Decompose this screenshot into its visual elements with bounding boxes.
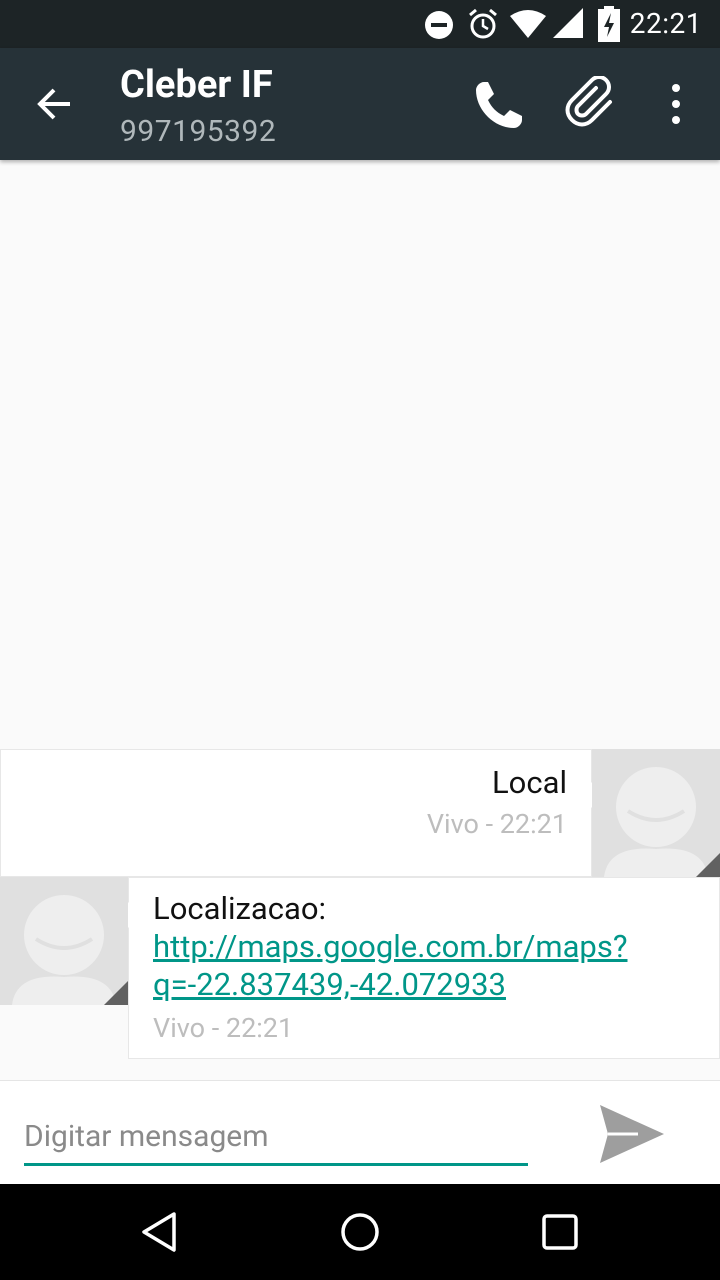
back-icon[interactable] bbox=[136, 1208, 184, 1256]
avatar[interactable] bbox=[0, 877, 128, 1005]
contact-name: Cleber IF bbox=[120, 63, 273, 107]
message-input[interactable]: Digitar mensagem bbox=[24, 1115, 528, 1166]
status-time: 22:21 bbox=[629, 7, 702, 40]
signal-icon bbox=[553, 8, 583, 38]
contact-number: 997195392 bbox=[120, 114, 277, 149]
status-bar: 22:21 bbox=[0, 0, 720, 48]
message-prefix: Localizacao: bbox=[153, 890, 327, 927]
home-icon[interactable] bbox=[336, 1208, 384, 1256]
person-icon bbox=[592, 749, 720, 877]
back-arrow-icon[interactable] bbox=[30, 82, 82, 126]
outgoing-message-bubble[interactable]: Local Vivo - 22:21 bbox=[0, 749, 592, 877]
app-bar: Cleber IF 997195392 bbox=[0, 48, 720, 160]
message-composer: Digitar mensagem bbox=[0, 1080, 720, 1184]
alarm-icon bbox=[469, 8, 497, 39]
message-text: Local bbox=[491, 764, 567, 801]
person-icon bbox=[0, 877, 128, 1005]
more-icon[interactable] bbox=[648, 76, 704, 132]
send-icon[interactable] bbox=[598, 1103, 666, 1165]
battery-charging-icon bbox=[598, 6, 620, 42]
attach-icon[interactable] bbox=[564, 76, 620, 132]
message-text: Localizacao: http://maps.google.com.br/m… bbox=[153, 890, 673, 1004]
message-meta: Vivo - 22:21 bbox=[426, 808, 567, 840]
message-meta: Vivo - 22:21 bbox=[153, 1012, 294, 1044]
do-not-disturb-icon bbox=[425, 11, 453, 39]
maps-link[interactable]: http://maps.google.com.br/maps?q=-22.837… bbox=[153, 928, 628, 1003]
call-icon[interactable] bbox=[468, 76, 524, 132]
conversation-thread[interactable]: Local Vivo - 22:21 Localizacao: http://m… bbox=[0, 160, 720, 1080]
avatar[interactable] bbox=[592, 749, 720, 877]
wifi-icon bbox=[510, 10, 546, 38]
system-navigation-bar bbox=[0, 1184, 720, 1280]
recents-icon[interactable] bbox=[536, 1208, 584, 1256]
incoming-message-bubble[interactable]: Localizacao: http://maps.google.com.br/m… bbox=[128, 877, 720, 1059]
